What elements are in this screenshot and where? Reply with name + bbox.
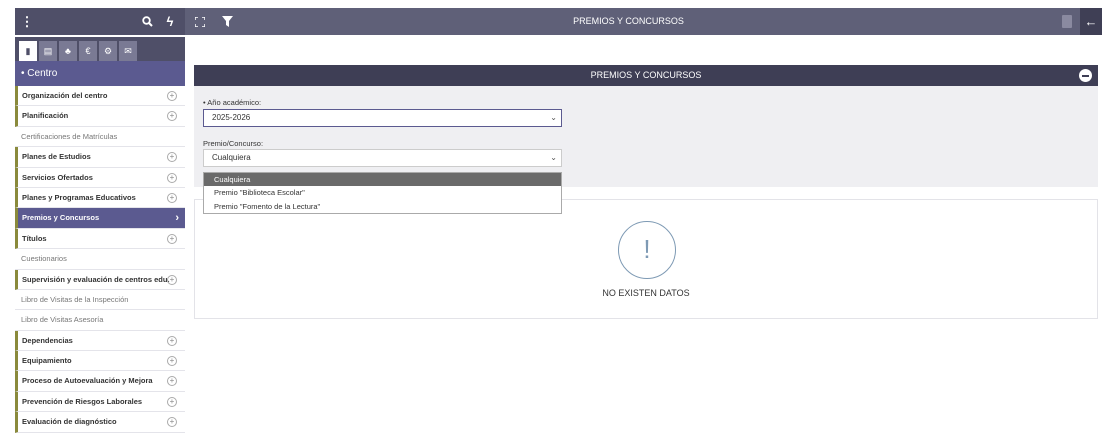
tab-settings[interactable]: ⚙ [99, 41, 117, 61]
page-title: PREMIOS Y CONCURSOS [573, 16, 684, 26]
sidebar-item-label: Planes y Programas Educativos [22, 192, 136, 202]
sidebar-item-label: Proceso de Autoevaluación y Mejora [22, 376, 153, 386]
expand-plus-icon[interactable]: + [167, 233, 177, 244]
award-option[interactable]: Premio "Biblioteca Escolar" [204, 186, 561, 199]
year-value: 2025-2026 [212, 113, 251, 122]
expand-plus-icon[interactable]: + [167, 192, 177, 203]
award-label: Premio/Concurso: [203, 139, 264, 148]
back-button[interactable]: ← [1080, 8, 1102, 35]
sidebar-item-label: Planes de Estudios [22, 152, 91, 162]
sidebar-item-label: Títulos [22, 233, 47, 243]
sidebar-item[interactable]: Proceso de Autoevaluación y Mejora + [15, 371, 185, 392]
sidebar-tabs: ▮ ▤ ♣ € ⚙ ✉ [15, 37, 185, 61]
sidebar-item-label: Cuestionarios [21, 254, 67, 264]
sidebar-header: • Centro [15, 61, 185, 86]
sidebar-item[interactable]: Títulos + [15, 228, 185, 250]
sidebar-item-label: Certificaciones de Matrículas [21, 131, 118, 141]
sidebar-item[interactable]: Organización del centro + [15, 86, 185, 107]
sidebar-item[interactable]: Equipamiento + [15, 351, 185, 372]
menu-icon[interactable]: ⋮ [21, 8, 34, 35]
lightning-icon[interactable]: ϟ [163, 8, 177, 35]
sidebar-item-label: Planificación [22, 111, 69, 121]
sidebar-item[interactable]: Dependencias + [15, 330, 185, 352]
expand-plus-icon[interactable]: + [167, 172, 177, 183]
expand-plus-icon[interactable]: + [167, 111, 177, 122]
expand-plus-icon[interactable]: + [167, 274, 177, 285]
award-dropdown: Cualquiera Premio "Biblioteca Escolar" P… [203, 172, 562, 214]
sidebar-item[interactable]: Supervisión y evaluación de centros edu.… [15, 269, 185, 290]
tab-people[interactable]: ♣ [59, 41, 77, 61]
sidebar-item-label: Equipamiento [22, 356, 72, 366]
expand-plus-icon[interactable]: + [167, 335, 177, 346]
sidebar-item-label: Supervisión y evaluación de centros edu. [22, 274, 170, 284]
expand-plus-icon[interactable]: + [167, 356, 177, 367]
search-icon[interactable] [140, 8, 154, 35]
tab-cards[interactable]: ▤ [39, 41, 57, 61]
sidebar-item-label: Organización del centro [22, 91, 108, 100]
tab-mail[interactable]: ✉ [119, 41, 137, 61]
expand-plus-icon[interactable]: + [167, 396, 177, 407]
panel-header: PREMIOS Y CONCURSOS [194, 65, 1098, 86]
expand-plus-icon[interactable]: + [167, 417, 177, 428]
sidebar-item-label: Prevención de Riesgos Laborales [22, 396, 143, 406]
panel-title: PREMIOS Y CONCURSOS [590, 70, 702, 80]
sidebar: • Centro Organización del centro + Planifi… [15, 61, 185, 433]
sidebar-item-label: Dependencias [22, 335, 73, 345]
empty-message: NO EXISTEN DATOS [602, 288, 690, 298]
award-option[interactable]: Premio "Fomento de la Lectura" [204, 200, 561, 213]
filter-panel: PREMIOS Y CONCURSOS • Año académico: 202… [194, 65, 1098, 187]
expand-plus-icon[interactable]: + [167, 91, 177, 101]
sidebar-item[interactable]: Servicios Ofertados + [15, 167, 185, 188]
document-icon[interactable] [1062, 15, 1072, 28]
award-option[interactable]: Cualquiera [204, 173, 561, 187]
year-label: • Año académico: [203, 98, 262, 107]
expand-plus-icon[interactable]: + [167, 376, 177, 387]
expand-plus-icon[interactable]: + [167, 152, 177, 163]
year-select[interactable]: 2025-2026 ⌄ [203, 109, 562, 127]
sidebar-item[interactable]: Libro de Visitas Asesoría [15, 310, 185, 331]
sidebar-item-label: Libro de Visitas de la Inspección [21, 294, 129, 304]
collapse-icon[interactable] [1079, 69, 1092, 82]
top-bar: ⋮ ϟ PREMIOS Y CONCURSOS ← [15, 8, 1102, 35]
sidebar-item-label: Premios y Concursos [22, 213, 100, 223]
sidebar-item-label: Servicios Ofertados [22, 172, 93, 182]
tab-euro[interactable]: € [79, 41, 97, 61]
results-panel: ! NO EXISTEN DATOS [194, 199, 1098, 319]
sidebar-item[interactable]: Planificación + [15, 106, 185, 127]
sidebar-item-label: Evaluación de diagnóstico [22, 417, 117, 427]
sidebar-item-label: Libro de Visitas Asesoría [21, 315, 104, 325]
sidebar-item[interactable]: Prevención de Riesgos Laborales + [15, 391, 185, 413]
chevron-down-icon: ⌄ [550, 113, 557, 122]
award-select[interactable]: Cualquiera ⌄ [203, 149, 562, 167]
sidebar-item[interactable]: Planes de Estudios + [15, 147, 185, 168]
sidebar-item[interactable]: Libro de Visitas de la Inspección [15, 290, 185, 311]
top-bar-left: ⋮ ϟ [15, 8, 185, 35]
sidebar-item[interactable]: Cuestionarios [15, 249, 185, 270]
sidebar-item[interactable]: Premios y Concursos › [15, 208, 185, 229]
award-value: Cualquiera [212, 153, 251, 162]
chevron-down-icon: ⌄ [550, 153, 557, 162]
exclamation-icon: ! [618, 221, 676, 279]
sidebar-item[interactable]: Planes y Programas Educativos + [15, 187, 185, 209]
tab-center[interactable]: ▮ [19, 41, 37, 61]
sidebar-item[interactable]: Certificaciones de Matrículas [15, 127, 185, 148]
chevron-right-icon: › [175, 212, 179, 225]
